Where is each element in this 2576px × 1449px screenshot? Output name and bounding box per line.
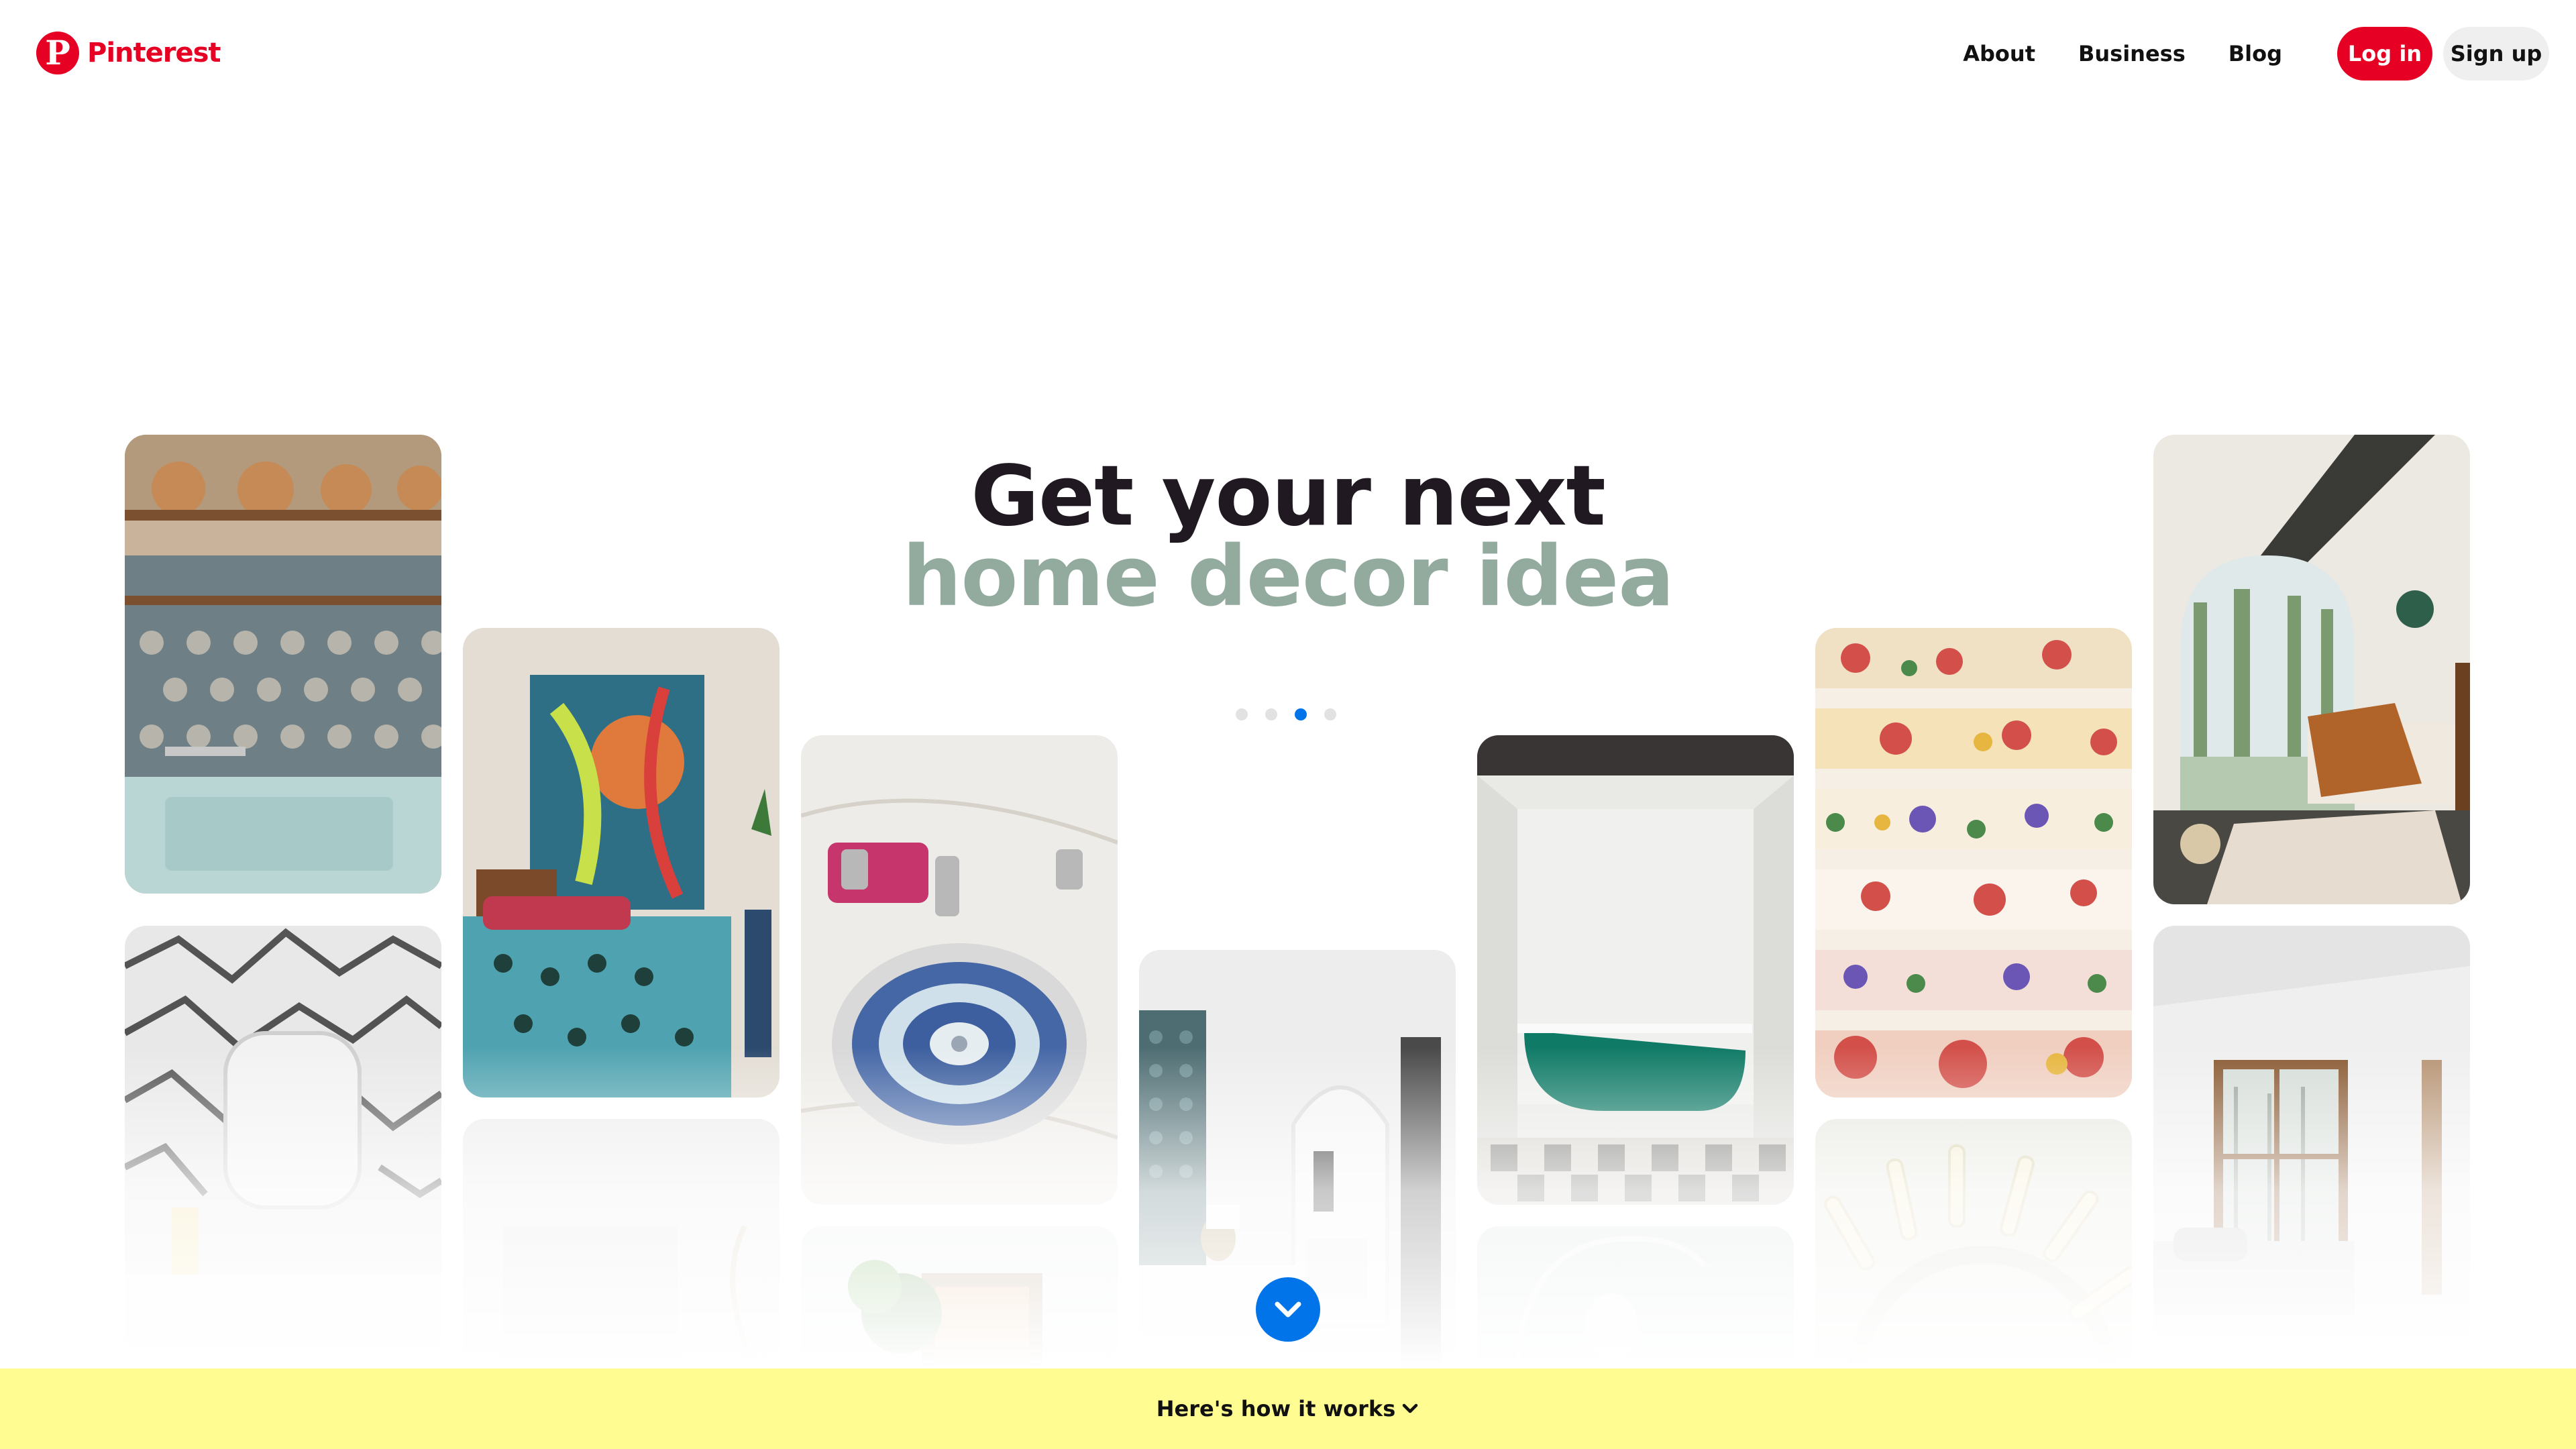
pin-image[interactable] [463, 628, 780, 1097]
chevron-down-icon [1402, 1403, 1418, 1413]
pinterest-logo-icon: P [36, 32, 79, 74]
carousel-dots [1236, 708, 1336, 720]
top-nav: About Business Blog Log in Sign up [1963, 27, 2549, 80]
brand-name: Pinterest [87, 38, 221, 68]
nav-business-link[interactable]: Business [2078, 41, 2186, 66]
pinterest-logo[interactable]: P Pinterest [36, 31, 221, 75]
pin-image[interactable] [1815, 628, 2132, 1097]
how-it-works-bar[interactable]: Here's how it works [0, 1368, 2576, 1449]
hero-topic: home decor idea [902, 529, 1674, 625]
how-it-works-label: Here's how it works [1156, 1396, 1396, 1421]
carousel-dot-3-active[interactable] [1295, 708, 1307, 720]
nav-about-link[interactable]: About [1963, 41, 2035, 66]
carousel-dot-1[interactable] [1236, 708, 1248, 720]
login-button[interactable]: Log in [2337, 27, 2432, 80]
scroll-down-button[interactable] [1256, 1277, 1320, 1342]
carousel-dot-2[interactable] [1265, 708, 1277, 720]
header: P Pinterest About Business Blog Log in S… [0, 0, 2576, 107]
carousel-dot-4[interactable] [1324, 708, 1336, 720]
hero-headline: Get your next [971, 448, 1606, 545]
chevron-down-icon [1275, 1301, 1301, 1318]
nav-blog-link[interactable]: Blog [2229, 41, 2282, 66]
signup-button[interactable]: Sign up [2443, 27, 2549, 80]
